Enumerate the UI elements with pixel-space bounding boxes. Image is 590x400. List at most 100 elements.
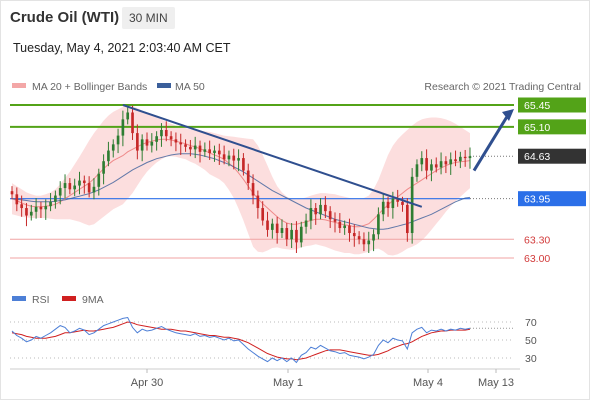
candle-body: [121, 119, 125, 136]
candle-body: [343, 225, 346, 229]
ma50-legend-label: MA 50: [175, 81, 205, 93]
9ma-legend-label: 9MA: [82, 294, 104, 306]
candle-body: [266, 220, 269, 230]
candle-body: [406, 204, 409, 234]
candle-body: [362, 239, 366, 245]
candle-body: [261, 208, 265, 221]
candle-body: [102, 161, 105, 174]
candle-body: [92, 186, 96, 193]
candle-body: [78, 180, 81, 186]
candle-body: [304, 220, 308, 227]
candle-body: [333, 219, 337, 222]
candle-body: [299, 226, 303, 243]
candle-body: [136, 133, 139, 151]
candle-body: [68, 183, 72, 190]
copyright-text: Research © 2021 Trading Central: [424, 81, 581, 93]
ma50-legend-swatch: [157, 83, 171, 88]
x-tick-label: Apr 30: [131, 377, 163, 389]
candle-body: [352, 233, 356, 237]
candle-body: [256, 195, 260, 209]
candle-body: [107, 150, 110, 162]
candle-body: [324, 204, 327, 212]
candle-body: [189, 146, 192, 150]
candle-body: [290, 229, 293, 240]
x-tick-label: May 13: [478, 377, 514, 389]
price-plot: 65.45 65.10 64.63 63.95 63.30 63.00: [10, 97, 586, 265]
candle-body: [126, 112, 130, 120]
projection-arrow: [472, 114, 510, 172]
candle-body: [430, 164, 433, 171]
candle-body: [319, 204, 322, 215]
candle-body: [381, 201, 385, 215]
candle-body: [449, 159, 453, 165]
candle-body: [434, 164, 438, 168]
candle-body: [54, 195, 57, 202]
candle-body: [251, 183, 255, 196]
candle-body: [217, 150, 221, 155]
candle-body: [348, 225, 351, 234]
rsi-tick-30: 30: [525, 353, 537, 365]
candle-body: [49, 201, 52, 207]
price-tag-text-63.00: 63.00: [524, 253, 550, 265]
candle-body: [15, 194, 19, 205]
candle-body: [44, 206, 48, 210]
candle-body: [439, 161, 443, 168]
x-axis: Apr 30 May 1 May 4 May 13: [131, 369, 514, 389]
rsi-tick-50: 50: [525, 335, 537, 347]
candle-body: [222, 154, 226, 160]
candle-body: [367, 240, 371, 245]
candle-body: [357, 236, 361, 240]
rsi-legend-swatch: [12, 296, 26, 301]
price-tag-text-63.95: 63.95: [524, 194, 550, 206]
candle-body: [155, 136, 158, 142]
x-tick-label: May 4: [413, 377, 443, 389]
candle-body: [372, 234, 375, 241]
candle-body: [34, 206, 38, 212]
candle-body: [420, 158, 424, 165]
rsi-tick-70: 70: [525, 317, 537, 329]
candle-body: [58, 188, 62, 196]
candle-body: [391, 198, 395, 209]
candle-body: [208, 149, 211, 154]
candle-body: [377, 214, 380, 235]
candle-body: [444, 161, 448, 165]
candle-body: [20, 204, 23, 209]
ma20-legend-swatch: [12, 83, 26, 88]
rsi-plot: 70 50 30: [10, 316, 537, 365]
ma20-legend-label: MA 20 + Bollinger Bands: [32, 81, 147, 93]
candle-body: [198, 145, 202, 152]
candle-body: [179, 142, 183, 145]
candle-body: [415, 164, 419, 177]
candle-body: [193, 145, 197, 150]
candle-body: [63, 183, 67, 189]
candle-body: [116, 135, 120, 145]
candle-body: [39, 206, 43, 210]
x-tick-label: May 1: [273, 377, 303, 389]
candle-body: [203, 149, 207, 152]
candle-body: [425, 158, 428, 171]
candle-body: [29, 211, 33, 216]
candle-body: [73, 185, 76, 190]
candle-body: [386, 201, 390, 209]
candle-body: [10, 191, 14, 195]
candle-body: [468, 156, 472, 159]
candle-body: [309, 208, 313, 221]
price-tag-text-63.30: 63.30: [524, 234, 550, 246]
candle-body: [145, 139, 149, 146]
candle-body: [140, 139, 144, 151]
price-chart: MA 20 + Bollinger Bands MA 50 Research ©…: [10, 81, 586, 389]
candle-body: [295, 229, 298, 243]
candle-body: [227, 155, 231, 160]
candle-body: [242, 158, 245, 171]
candle-body: [111, 144, 115, 151]
candle-body: [82, 180, 86, 184]
candle-body: [150, 141, 154, 146]
candle-body: [454, 159, 457, 162]
candle-body: [131, 112, 134, 134]
candle-body: [169, 136, 173, 140]
candle-body: [232, 155, 236, 161]
candle-body: [25, 208, 28, 216]
candle-body: [314, 208, 318, 215]
candle-body: [271, 223, 274, 230]
price-tag-text-65.10: 65.10: [524, 122, 550, 134]
